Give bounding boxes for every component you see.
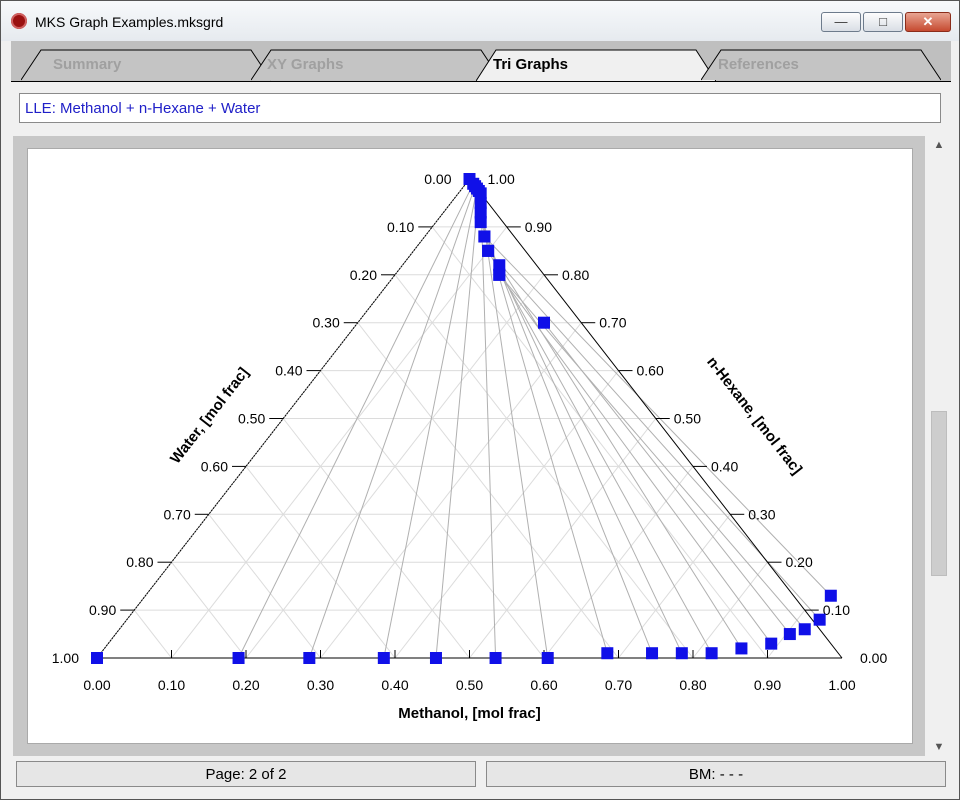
vertical-scrollbar[interactable]: ▲ ▼	[929, 136, 949, 756]
data-point	[675, 647, 688, 660]
tie-line	[484, 236, 832, 597]
chevron-up-icon[interactable]: ▲	[929, 136, 949, 154]
data-point	[478, 230, 491, 243]
tick-label-hexane: 0.40	[711, 458, 738, 474]
tie-line	[487, 250, 713, 654]
tick-label-hexane: 0.80	[562, 267, 589, 283]
app-window: MKS Graph Examples.mksgrd — □ ✕ Summary …	[0, 0, 960, 800]
data-point	[646, 647, 659, 660]
data-point	[765, 637, 778, 650]
grid-line	[282, 418, 470, 659]
grid-line	[357, 322, 619, 659]
tick-label-water: 0.70	[164, 506, 191, 522]
tie-line	[435, 190, 480, 659]
data-point	[303, 652, 316, 664]
tick-label-methanol: 0.70	[605, 677, 632, 693]
data-point	[232, 652, 245, 664]
grid-line	[208, 513, 321, 659]
scroll-thumb[interactable]	[931, 411, 947, 576]
tie-line	[480, 221, 653, 654]
tick-label-methanol: 0.80	[679, 677, 706, 693]
tick-label-methanol: 0.40	[381, 677, 408, 693]
data-point	[601, 647, 614, 660]
tick-label-hexane: 0.60	[637, 363, 664, 379]
tick-label-methanol: 0.10	[158, 677, 185, 693]
tick-label-hexane: 1.00	[488, 171, 515, 187]
data-point	[824, 589, 837, 602]
bm-status: BM: - - -	[486, 761, 946, 787]
tick-label-water: 0.60	[201, 458, 228, 474]
tie-line	[238, 183, 474, 659]
data-point	[705, 647, 718, 660]
tick-label-water: 0.10	[387, 219, 414, 235]
grid-line	[133, 609, 172, 659]
data-point	[735, 642, 748, 655]
data-point	[813, 613, 826, 626]
tick-label-methanol: 0.20	[232, 677, 259, 693]
tick-label-methanol: 0.60	[530, 677, 557, 693]
tick-label-methanol: 0.00	[83, 677, 110, 693]
data-point	[538, 316, 550, 329]
data-point	[493, 268, 506, 281]
chevron-down-icon[interactable]: ▼	[929, 738, 949, 756]
page-status: Page: 2 of 2	[16, 761, 476, 787]
tick-label-water: 0.00	[424, 171, 451, 187]
data-point	[783, 628, 796, 641]
tie-line	[383, 188, 478, 659]
ternary-chart: 0.00 0.00 0.00 0.10 0.10 0.10 0.20 0.20 0.20 0.30…	[52, 171, 888, 722]
axis-title-methanol: Methanol, [mol frac]	[398, 705, 541, 722]
tick-label-methanol: 0.30	[307, 677, 334, 693]
tick-label-water: 0.20	[350, 267, 377, 283]
data-point	[474, 216, 487, 229]
tick-label-methanol: 0.50	[456, 677, 483, 693]
tick-label-hexane: 0.10	[823, 602, 850, 618]
tab-label: Summary	[53, 56, 122, 73]
data-point	[482, 244, 495, 257]
tick-label-hexane: 0.00	[860, 650, 887, 666]
status-bar: Page: 2 of 2 BM: - - -	[11, 759, 951, 789]
data-point	[541, 652, 554, 664]
grid-line	[431, 226, 768, 659]
tick-label-water: 1.00	[52, 650, 79, 666]
tick-label-water: 0.90	[89, 602, 116, 618]
tick-label-hexane: 0.70	[599, 315, 626, 331]
tick-label-hexane: 0.90	[525, 219, 552, 235]
tick-label-water: 0.80	[126, 554, 153, 570]
tab-label: References	[718, 56, 799, 73]
tick-label-water: 0.40	[275, 363, 302, 379]
data-point	[429, 652, 442, 664]
tick-label-water: 0.30	[313, 315, 340, 331]
tick-label-methanol: 0.90	[754, 677, 781, 693]
tick-label-hexane: 0.20	[786, 554, 813, 570]
tab-label: XY Graphs	[267, 56, 344, 73]
data-point	[798, 623, 811, 636]
tab-label: Tri Graphs	[493, 56, 569, 73]
tick-label-methanol: 1.00	[828, 677, 855, 693]
tie-line	[483, 236, 683, 654]
data-point	[489, 652, 502, 664]
tick-label-water: 0.50	[238, 411, 265, 427]
tick-label-hexane: 0.50	[674, 411, 701, 427]
tick-label-hexane: 0.30	[748, 506, 775, 522]
data-point	[91, 652, 103, 664]
data-point	[377, 652, 390, 664]
